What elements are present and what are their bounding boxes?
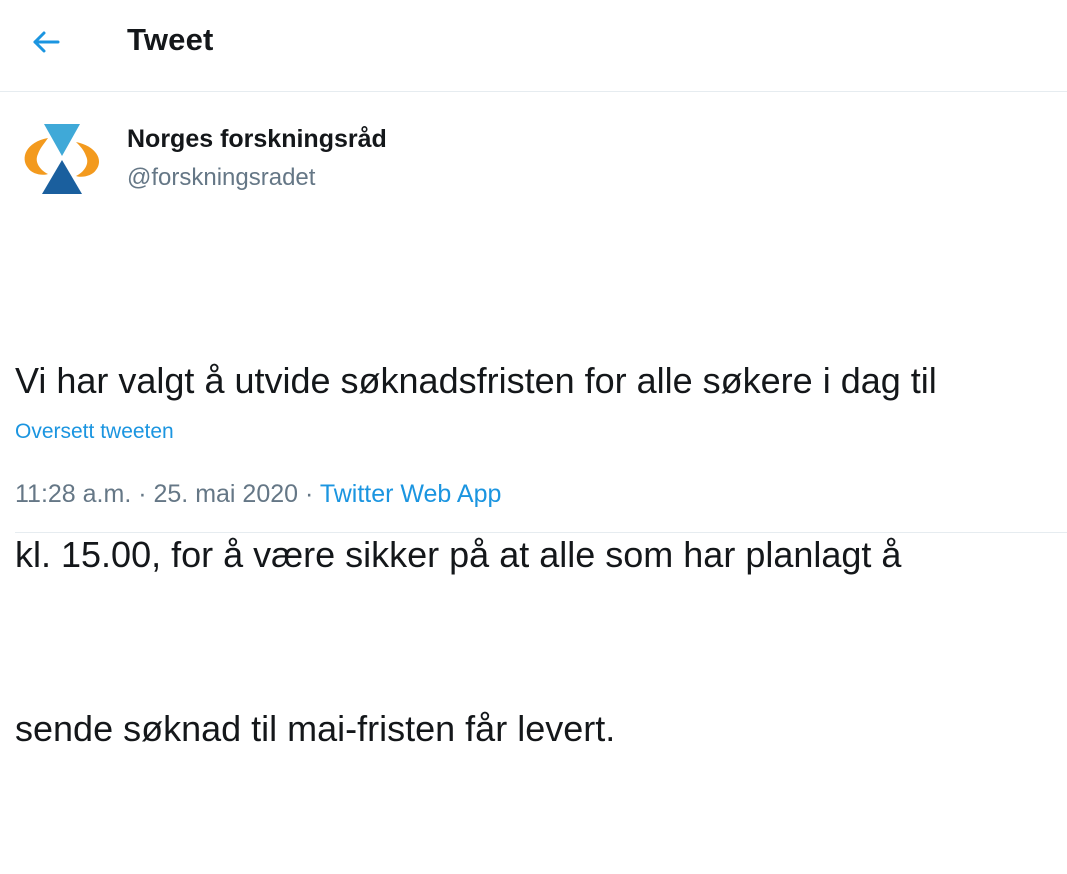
tweet-text-line: kl. 15.00, for å være sikker på at alle … [15,534,902,575]
tweet-text-line: Vi har valgt å utvide søknadsfristen for… [15,360,937,401]
separator: · [298,480,320,508]
tweet-text: Vi har valgt å utvide søknadsfristen for… [15,236,1067,874]
page-title: Tweet [127,22,214,57]
avatar[interactable] [18,122,106,194]
forskningsradet-logo [24,124,100,194]
tweet-metadata: 11:28 a.m. · 25. mai 2020 · Twitter Web … [15,480,501,509]
translate-tweet-link[interactable]: Oversett tweeten [15,420,174,444]
tweet-date[interactable]: 25. mai 2020 [154,480,299,508]
tweet-header: Tweet [0,0,1067,92]
tweet-text-line: sende søknad til mai-fristen får levert. [15,708,616,749]
tweet-source-link[interactable]: Twitter Web App [320,480,502,508]
arrow-left-icon [33,31,60,53]
tweet-time[interactable]: 11:28 a.m. [15,480,131,508]
author-handle[interactable]: @forskningsradet [127,164,315,192]
back-button[interactable] [24,22,68,62]
separator: · [131,480,154,508]
tweet: Norges forskningsråd @forskningsradet Vi… [0,92,1067,749]
divider [15,532,1067,533]
author-display-name[interactable]: Norges forskningsråd [127,125,387,154]
